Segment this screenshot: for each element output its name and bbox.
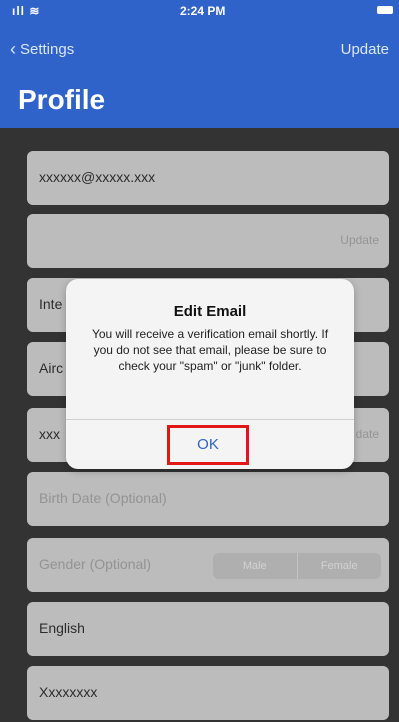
status-time: 2:24 PM	[180, 4, 226, 18]
update-button[interactable]: Update	[341, 41, 389, 58]
status-bar: ıll ≋ 2:24 PM	[0, 0, 399, 32]
chevron-left-icon: ‹	[10, 39, 16, 59]
edit-email-dialog: Edit Email You will receive a verificati…	[66, 279, 354, 469]
dialog-message: You will receive a verification email sh…	[91, 327, 329, 373]
navigation-bar: ‹ Settings Update	[0, 32, 399, 70]
signal-wifi-icon: ıll ≋	[12, 4, 41, 18]
page-header: Profile	[0, 70, 399, 128]
dialog-title: Edit Email	[173, 303, 247, 320]
back-button[interactable]: ‹ Settings	[10, 40, 74, 58]
dialog-divider	[66, 419, 354, 420]
ok-button[interactable]: OK	[167, 425, 249, 465]
battery-icon	[377, 6, 393, 14]
back-label: Settings	[20, 40, 75, 58]
page-title: Profile	[18, 84, 106, 115]
